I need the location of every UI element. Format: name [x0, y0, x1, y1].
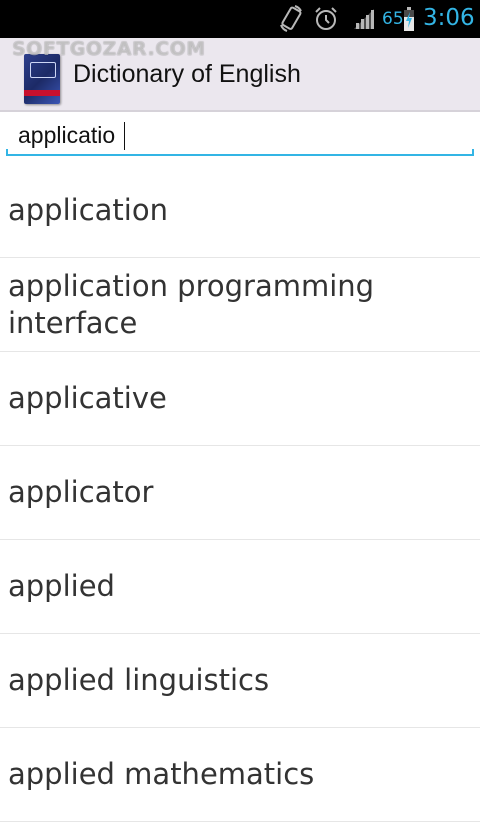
search-field[interactable]	[6, 114, 474, 160]
list-item[interactable]: applied mathematics	[0, 728, 480, 822]
signal-icon	[352, 7, 378, 35]
text-cursor	[124, 122, 125, 150]
battery-icon	[404, 7, 414, 35]
list-item-label: applied linguistics	[8, 663, 270, 697]
list-item[interactable]: applied linguistics	[0, 634, 480, 728]
action-bar: SOFTGOZAR.COM Dictionary of English	[0, 38, 480, 112]
search-underline	[6, 149, 474, 156]
list-item-label: application programming interface	[8, 268, 375, 340]
battery-percent: 65	[382, 9, 404, 29]
list-item-label: applicator	[8, 475, 154, 509]
list-item-label: applicative	[8, 381, 167, 415]
alarm-icon	[313, 6, 339, 36]
list-item[interactable]: application	[0, 164, 480, 258]
clock-time: 3:06	[423, 5, 475, 31]
list-item-label: applied	[8, 569, 115, 603]
list-item[interactable]: application programming interface	[0, 258, 480, 352]
search-input[interactable]	[6, 114, 472, 156]
screen-rotation-icon	[279, 5, 303, 37]
results-list[interactable]: application application programming inte…	[0, 164, 480, 822]
watermark: SOFTGOZAR.COM	[12, 38, 206, 60]
list-item-label: application	[8, 193, 168, 227]
list-item[interactable]: applicative	[0, 352, 480, 446]
app-title: Dictionary of English	[73, 60, 301, 88]
status-bar: 65 3:06	[0, 0, 480, 38]
list-item[interactable]: applicator	[0, 446, 480, 540]
list-item-label: applied mathematics	[8, 757, 315, 791]
list-item[interactable]: applied	[0, 540, 480, 634]
dictionary-book-icon[interactable]	[24, 54, 60, 104]
